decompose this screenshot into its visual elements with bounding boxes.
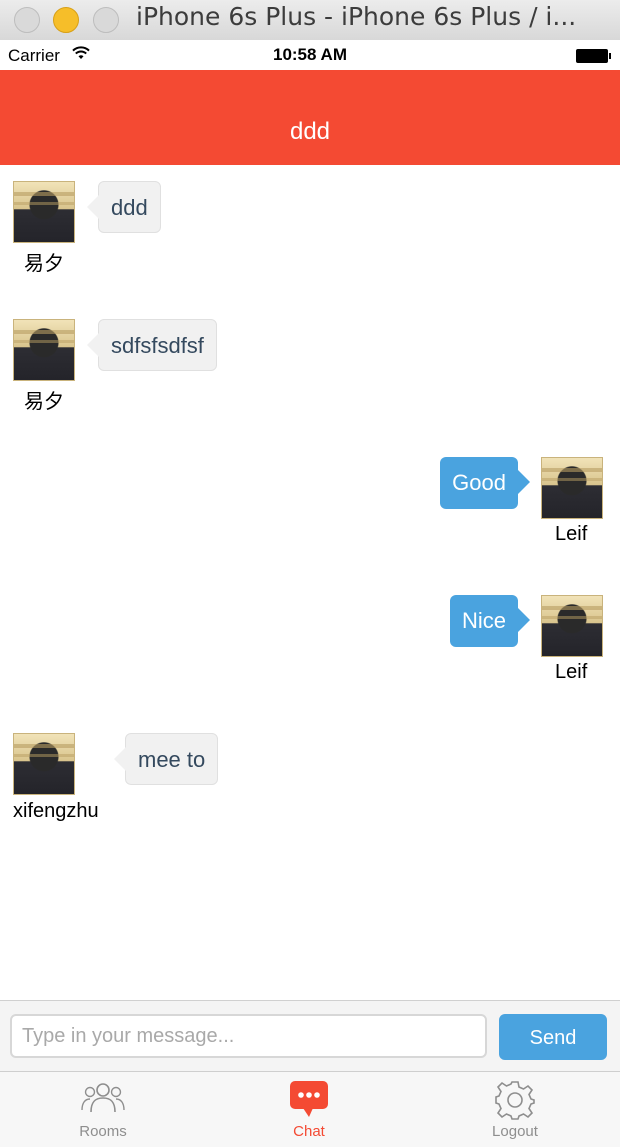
- sender-name: 易夕: [24, 253, 64, 275]
- gear-icon: [495, 1080, 535, 1125]
- people-icon: [81, 1080, 125, 1119]
- message-bubble[interactable]: Good: [440, 457, 530, 509]
- sender-name: Leif: [555, 661, 588, 683]
- chat-bubble-icon: [289, 1080, 329, 1123]
- message-input[interactable]: [10, 1014, 487, 1058]
- nav-bar: ddd: [0, 70, 620, 165]
- room-title: ddd: [289, 118, 331, 145]
- message-bubble[interactable]: mee to: [113, 733, 219, 785]
- tab-label: Logout: [492, 1123, 538, 1140]
- tab-chat[interactable]: Chat: [206, 1072, 412, 1147]
- sender-avatar[interactable]: [13, 733, 75, 795]
- tab-bar: Rooms Chat Logout: [0, 1071, 620, 1147]
- tab-label: Rooms: [79, 1123, 127, 1140]
- window-minimize-button[interactable]: [53, 7, 79, 33]
- window-titlebar: iPhone 6s Plus - iPhone 6s Plus / i...: [0, 0, 620, 41]
- sender-name: 易夕: [24, 391, 64, 413]
- window-close-button[interactable]: [14, 7, 40, 33]
- status-bar: Carrier 10:58 AM: [0, 40, 620, 70]
- send-button[interactable]: Send: [499, 1014, 607, 1060]
- message-composer: Send: [0, 1000, 620, 1072]
- tab-rooms[interactable]: Rooms: [0, 1072, 206, 1147]
- window-title: iPhone 6s Plus - iPhone 6s Plus / i...: [136, 2, 577, 31]
- sender-avatar[interactable]: [13, 181, 75, 243]
- message-bubble[interactable]: sdfsfsdfsf: [87, 319, 217, 371]
- sender-name: Leif: [555, 523, 588, 545]
- message-bubble[interactable]: ddd: [87, 181, 161, 233]
- sender-name: xifengzhu: [13, 800, 99, 822]
- window-zoom-button[interactable]: [93, 7, 119, 33]
- tab-label: Chat: [293, 1123, 325, 1140]
- sender-avatar[interactable]: [541, 457, 603, 519]
- message-list[interactable]: 易夕 ddd 易夕 sdfsfsdfsf Leif Good Leif Nice…: [0, 165, 620, 1000]
- message-bubble[interactable]: Nice: [449, 595, 531, 647]
- status-time: 10:58 AM: [272, 45, 347, 64]
- battery-icon: [576, 49, 611, 63]
- sender-avatar[interactable]: [541, 595, 603, 657]
- sender-avatar[interactable]: [13, 319, 75, 381]
- tab-logout[interactable]: Logout: [412, 1072, 618, 1147]
